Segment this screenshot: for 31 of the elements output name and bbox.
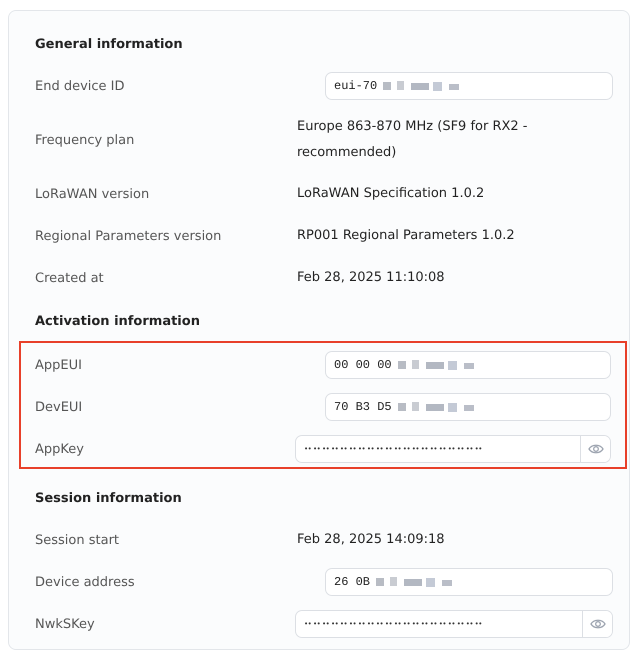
section-heading: Session information	[35, 491, 183, 506]
field-value: LoRaWAN Specification 1.0.2	[297, 185, 486, 203]
field-label: NwkSKey	[35, 616, 96, 632]
field-value: Feb 28, 2025 14:09:18	[297, 531, 446, 549]
field-label: Regional Parameters version	[35, 228, 222, 244]
field-label: AppEUI	[35, 358, 83, 372]
field-value: Feb 28, 2025 11:10:08	[297, 269, 446, 287]
field-label: End device ID	[35, 78, 126, 94]
field-value: 26 0B	[334, 575, 370, 589]
field-label: LoRaWAN version	[35, 186, 150, 202]
input-field[interactable]: eui-70	[325, 72, 613, 100]
field-value: RP001 Regional Parameters 1.0.2	[297, 227, 516, 245]
input-field[interactable]: 70 B3 D5	[325, 393, 611, 421]
section-heading: General information	[35, 37, 184, 52]
eye-icon	[590, 618, 606, 630]
field-label: Device address	[35, 574, 136, 590]
show-value-button[interactable]	[582, 611, 612, 637]
section-heading: Activation information	[35, 314, 201, 329]
field-label: Created at	[35, 270, 105, 286]
input-field[interactable]: 00 00 00	[325, 351, 611, 379]
field-label: AppKey	[35, 442, 85, 456]
input-field[interactable]: 26 0B	[325, 568, 613, 596]
field-value: eui-70	[334, 79, 378, 93]
field-value: 70 B3 D5	[334, 400, 392, 414]
field-value: Europe 863-870 MHz (SF9 for RX2 - recommended)	[297, 118, 528, 162]
field-label: DevEUI	[35, 400, 84, 414]
field-label: Frequency plan	[35, 132, 136, 148]
show-value-button[interactable]	[580, 436, 610, 462]
field-label: Session start	[35, 532, 120, 548]
field-value: 00 00 00	[334, 358, 392, 372]
eye-icon	[588, 443, 604, 455]
